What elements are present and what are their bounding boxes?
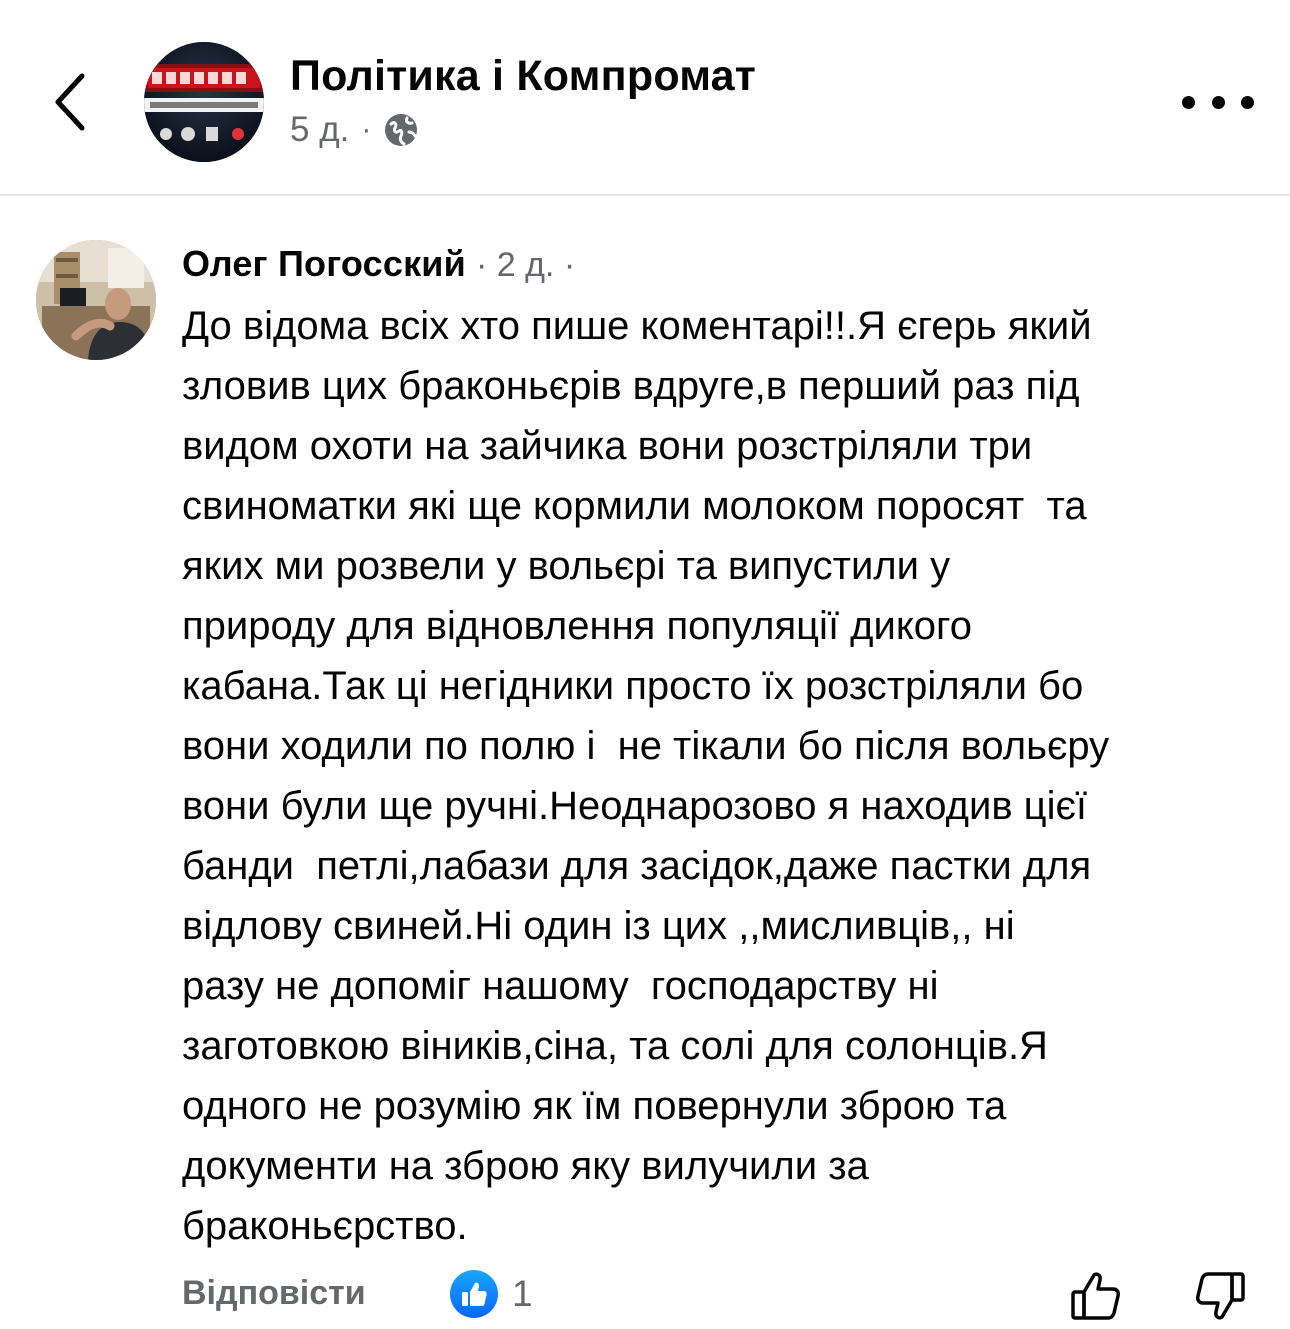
- chevron-left-icon: [55, 73, 85, 131]
- reaction-summary[interactable]: 1: [450, 1270, 533, 1318]
- post-meta: 5 д. ·: [290, 110, 419, 150]
- thumb-down-icon: [1196, 1272, 1245, 1320]
- more-horizontal-icon: [1211, 95, 1225, 109]
- comment-line: браконьєрство.: [182, 1204, 468, 1248]
- more-horizontal-icon: [1182, 95, 1195, 109]
- comment-line: разу не допоміг нашому господарству ні: [182, 964, 939, 1008]
- globe-icon: [385, 114, 418, 146]
- upvote-button[interactable]: [1068, 1268, 1124, 1324]
- back-button[interactable]: [40, 62, 100, 142]
- thumb-up-icon: [462, 1282, 487, 1306]
- reply-button[interactable]: Відповісти: [182, 1274, 366, 1313]
- comment-line: заготовкою віників,сіна, та солі для сол…: [182, 1024, 1048, 1068]
- comment-line: відлову свиней.Ні один із цих ,,мисливці…: [182, 904, 1015, 948]
- comment-line: документи на зброю яку вилучили за: [182, 1144, 869, 1188]
- comment-line: банди петлі,лабази для засідок,даже паст…: [182, 844, 1092, 888]
- meta-separator: ·: [361, 113, 372, 146]
- more-horizontal-icon: [1241, 95, 1254, 109]
- comment-text: До відома всіх хто пише коментарі!!.Я єг…: [182, 296, 1272, 1256]
- comment-author-name[interactable]: Олег Погосский: [182, 243, 466, 285]
- post-time[interactable]: 5 д.: [290, 110, 349, 150]
- thumb-up-icon: [1071, 1272, 1120, 1320]
- comment-author-avatar[interactable]: [36, 240, 156, 360]
- comment-line: До відома всіх хто пише коментарі!!.Я єг…: [182, 304, 1092, 348]
- comment-line: видом охоти на зайчика вони розстріляли …: [182, 424, 1033, 468]
- page-logo: [144, 42, 264, 162]
- comment-line: природу для відновлення популяції дикого: [182, 604, 972, 648]
- reaction-count: 1: [512, 1273, 533, 1314]
- comment-line: свиноматки які ще кормили молоком порося…: [182, 484, 1087, 528]
- comment-line: зловив цих браконьєрів вдруге,в перший р…: [182, 364, 1080, 408]
- avatar-photo: [36, 240, 156, 360]
- comment-line: вони були ще ручні.Неоднарозово я находи…: [182, 784, 1087, 828]
- page-avatar[interactable]: [144, 42, 264, 162]
- post-header: Політика і Компромат 5 д. ·: [0, 0, 1290, 196]
- comment-line: яких ми розвели у вольєрі та випустили у: [182, 544, 951, 588]
- more-options-button[interactable]: [1182, 80, 1254, 124]
- comment-line: кабана.Так ці негідники просто їх розстр…: [182, 664, 1084, 708]
- comment-header: Олег Погосский · 2 д. ·: [182, 243, 575, 285]
- comment-time[interactable]: · 2 д. ·: [476, 246, 575, 285]
- comment-line: одного не розумію як їм повернули зброю …: [182, 1084, 1007, 1128]
- like-reaction-icon: [450, 1270, 498, 1318]
- page-name[interactable]: Політика і Компромат: [290, 52, 756, 101]
- comment-line: вони ходили по полю і не тікали бо після…: [182, 724, 1110, 768]
- downvote-button[interactable]: [1192, 1268, 1248, 1324]
